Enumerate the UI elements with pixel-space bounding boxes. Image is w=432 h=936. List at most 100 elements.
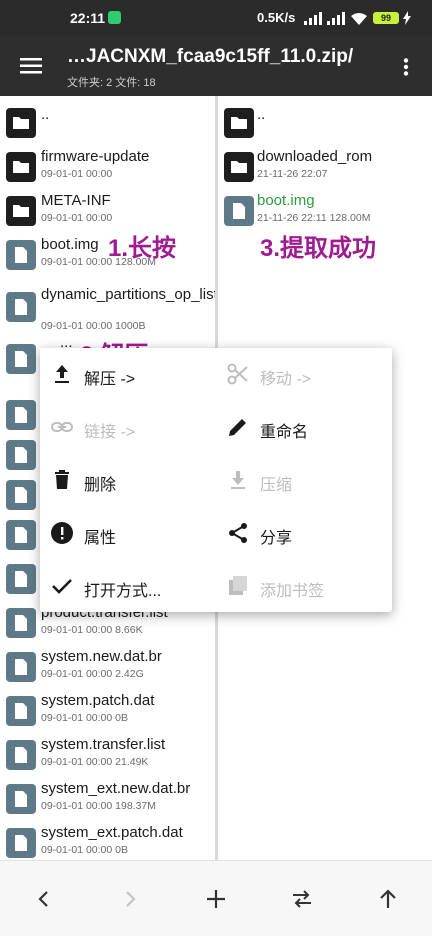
annotation-step1: 1.长按 <box>108 235 177 262</box>
folder-icon <box>6 108 36 138</box>
file-icon <box>6 344 36 374</box>
arrow-up-icon <box>380 889 396 908</box>
file-name: boot.img <box>41 236 99 253</box>
add-button[interactable] <box>196 879 236 919</box>
battery-indicator: 99 <box>373 12 399 24</box>
menu-item-label: 解压 -> <box>84 371 136 388</box>
trash-icon <box>55 470 69 489</box>
delete-menu-item[interactable]: 删除 <box>40 454 210 506</box>
link-icon <box>51 422 73 432</box>
list-item[interactable]: system_ext.patch.dat 09-01-01 00:00 0B <box>0 824 216 860</box>
file-meta: 09-01-01 00:00 1000B <box>41 320 146 332</box>
network-speed: 0.5K/s <box>257 10 296 25</box>
menu-item-label: 分享 <box>260 530 293 547</box>
list-item[interactable]: firmware-update 09-01-01 00:00 <box>0 148 216 192</box>
file-icon <box>6 480 36 510</box>
signal-icon <box>304 12 322 25</box>
file-name: .. <box>41 106 50 123</box>
file-icon <box>6 608 36 638</box>
file-meta: 21-11-26 22:07 <box>257 168 328 180</box>
file-icon <box>6 520 36 550</box>
forward-button[interactable] <box>110 879 150 919</box>
file-icon <box>6 652 36 682</box>
file-name: system_ext.new.dat.br <box>41 780 191 797</box>
share-menu-item[interactable]: 分享 <box>216 507 386 559</box>
list-item[interactable]: dynamic_partitions_op_list 09-01-01 00:0… <box>0 286 216 338</box>
list-item[interactable]: system.transfer.list 09-01-01 00:00 21.4… <box>0 736 216 780</box>
status-time: 22:11 <box>70 10 106 26</box>
file-name: firmware-update <box>41 148 150 165</box>
open-with-menu-item[interactable]: 打开方式... <box>40 560 210 612</box>
swap-panes-button[interactable] <box>282 879 322 919</box>
add-bookmark-menu-item[interactable]: 添加书签 <box>216 560 386 612</box>
checkmark-icon <box>52 579 72 594</box>
notification-app-icon <box>108 11 121 24</box>
file-name: dynamic_partitions_op_list <box>41 286 216 303</box>
info-alert-icon <box>51 522 73 544</box>
share-icon <box>229 523 247 543</box>
file-meta: 09-01-01 00:00 8.66K <box>41 624 143 636</box>
hamburger-menu-icon[interactable] <box>20 58 42 74</box>
file-meta: 09-01-01 00:00 198.37M <box>41 800 157 812</box>
file-name: boot.img <box>257 192 315 209</box>
file-name: system_ext.patch.dat <box>41 824 183 841</box>
plus-icon <box>207 890 225 908</box>
list-item[interactable]: system.patch.dat 09-01-01 00:00 0B <box>0 692 216 736</box>
scissors-icon <box>227 363 248 385</box>
charging-icon <box>403 11 411 25</box>
file-icon <box>6 828 36 858</box>
file-icon <box>6 564 36 594</box>
file-name: system.patch.dat <box>41 692 155 709</box>
menu-item-label: 属性 <box>84 530 117 547</box>
properties-menu-item[interactable]: 属性 <box>40 507 210 559</box>
menu-item-label: 添加书签 <box>260 583 325 600</box>
page-title: …JACNXM_fcaa9c15ff_11.0.zip/ <box>67 46 354 67</box>
annotation-step3: 3.提取成功 <box>260 235 377 262</box>
compress-menu-item[interactable]: 压缩 <box>216 454 386 506</box>
bottom-toolbar <box>0 860 432 936</box>
back-button[interactable] <box>24 879 64 919</box>
file-icon <box>6 784 36 814</box>
menu-item-label: 压缩 <box>260 477 293 494</box>
more-options-icon[interactable] <box>403 58 409 76</box>
link-menu-item[interactable]: 链接 -> <box>40 401 210 453</box>
menu-item-label: 重命名 <box>260 424 309 441</box>
file-meta: 09-01-01 00:00 2.42G <box>41 668 144 680</box>
list-item-parent-dir[interactable]: .. <box>0 104 216 148</box>
bookmark-icon <box>229 576 247 595</box>
file-meta: 09-01-01 00:00 0B <box>41 712 128 724</box>
folder-icon <box>224 108 254 138</box>
file-name: system.new.dat.br <box>41 648 162 665</box>
file-icon <box>6 240 36 270</box>
list-item[interactable]: system_ext.new.dat.br 09-01-01 00:00 198… <box>0 780 216 824</box>
wifi-icon <box>351 13 367 25</box>
file-meta: 21-11-26 22:11 128.00M <box>257 212 371 224</box>
extract-icon <box>55 365 69 383</box>
menu-item-label: 打开方式... <box>84 583 162 600</box>
extract-menu-item[interactable]: 解压 -> <box>40 348 210 400</box>
list-item[interactable]: system.new.dat.br 09-01-01 00:00 2.42G <box>0 648 216 692</box>
list-item-parent-dir[interactable]: .. <box>218 104 432 148</box>
file-name: downloaded_rom <box>257 148 373 165</box>
file-name: .. <box>257 106 266 123</box>
app-bar: …JACNXM_fcaa9c15ff_11.0.zip/ 文件夹: 2 文件: … <box>0 36 432 96</box>
folder-icon <box>6 196 36 226</box>
file-meta: 09-01-01 00:00 <box>41 212 113 224</box>
file-icon <box>6 696 36 726</box>
menu-item-label: 删除 <box>84 477 117 494</box>
rename-menu-item[interactable]: 重命名 <box>216 401 386 453</box>
menu-item-label: 链接 -> <box>84 424 136 441</box>
file-meta: 09-01-01 00:00 0B <box>41 844 128 856</box>
parent-dir-button[interactable] <box>368 879 408 919</box>
list-item[interactable]: downloaded_rom 21-11-26 22:07 <box>218 148 432 192</box>
file-icon <box>6 292 36 322</box>
move-menu-item[interactable]: 移动 -> <box>216 348 386 400</box>
chevron-right-icon <box>126 891 136 907</box>
chevron-left-icon <box>38 891 48 907</box>
status-bar: 22:11 0.5K/s 99 <box>0 0 432 36</box>
context-menu: 解压 -> 链接 -> 删除 属性 打开方式... 移动 -> 重命名 压缩 分… <box>40 348 392 612</box>
folder-file-count: 文件夹: 2 文件: 18 <box>67 77 156 89</box>
swap-arrows-icon <box>293 890 311 908</box>
file-name: system.transfer.list <box>41 736 166 753</box>
file-icon <box>6 740 36 770</box>
